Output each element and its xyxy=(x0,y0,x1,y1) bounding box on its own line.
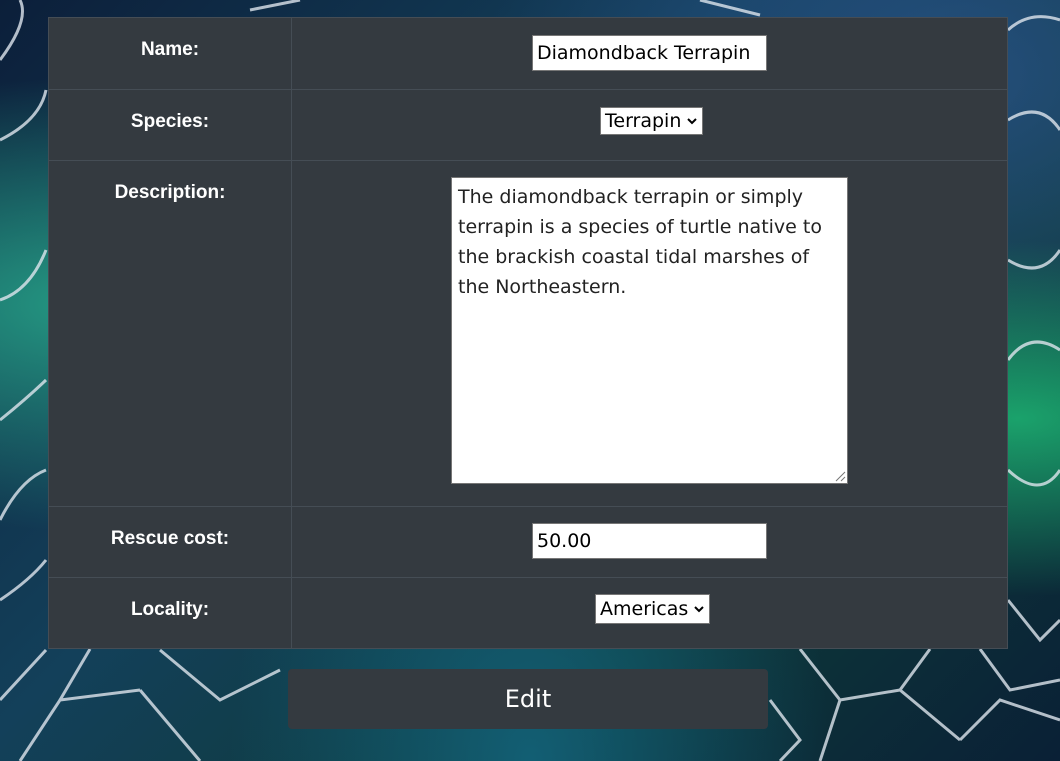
rescue-cost-value-cell: 50.00 xyxy=(292,507,1007,577)
page-background: Name: Diamondback Terrapin Species: Terr… xyxy=(0,0,1060,761)
description-label: Description: xyxy=(49,161,292,506)
description-value-cell: The diamondback terrapin or simply terra… xyxy=(292,161,1007,506)
locality-selected-value: Americas xyxy=(600,598,689,620)
species-value-cell: Terrapin xyxy=(292,90,1007,160)
form-row-name: Name: Diamondback Terrapin xyxy=(49,18,1007,90)
resize-grip-icon[interactable] xyxy=(835,471,846,482)
name-value-cell: Diamondback Terrapin xyxy=(292,18,1007,89)
form-row-locality: Locality: Americas xyxy=(49,578,1007,649)
rescue-cost-label: Rescue cost: xyxy=(49,507,292,577)
form-row-description: Description: The diamondback terrapin or… xyxy=(49,161,1007,507)
name-input[interactable]: Diamondback Terrapin xyxy=(532,35,767,71)
rescue-cost-input[interactable]: 50.00 xyxy=(532,523,767,559)
form-row-species: Species: Terrapin xyxy=(49,90,1007,161)
species-selected-value: Terrapin xyxy=(605,110,682,132)
species-select[interactable]: Terrapin xyxy=(600,107,704,135)
chevron-down-icon xyxy=(694,606,704,613)
locality-value-cell: Americas xyxy=(292,578,1007,649)
description-textarea[interactable]: The diamondback terrapin or simply terra… xyxy=(451,177,848,484)
locality-select[interactable]: Americas xyxy=(595,594,711,624)
name-label: Name: xyxy=(49,18,292,89)
locality-label: Locality: xyxy=(49,578,292,649)
species-label: Species: xyxy=(49,90,292,160)
form-row-rescue-cost: Rescue cost: 50.00 xyxy=(49,507,1007,578)
edit-button[interactable]: Edit xyxy=(288,669,768,729)
description-text: The diamondback terrapin or simply terra… xyxy=(458,186,822,298)
chevron-down-icon xyxy=(687,118,698,125)
turtle-edit-form: Name: Diamondback Terrapin Species: Terr… xyxy=(48,17,1008,649)
